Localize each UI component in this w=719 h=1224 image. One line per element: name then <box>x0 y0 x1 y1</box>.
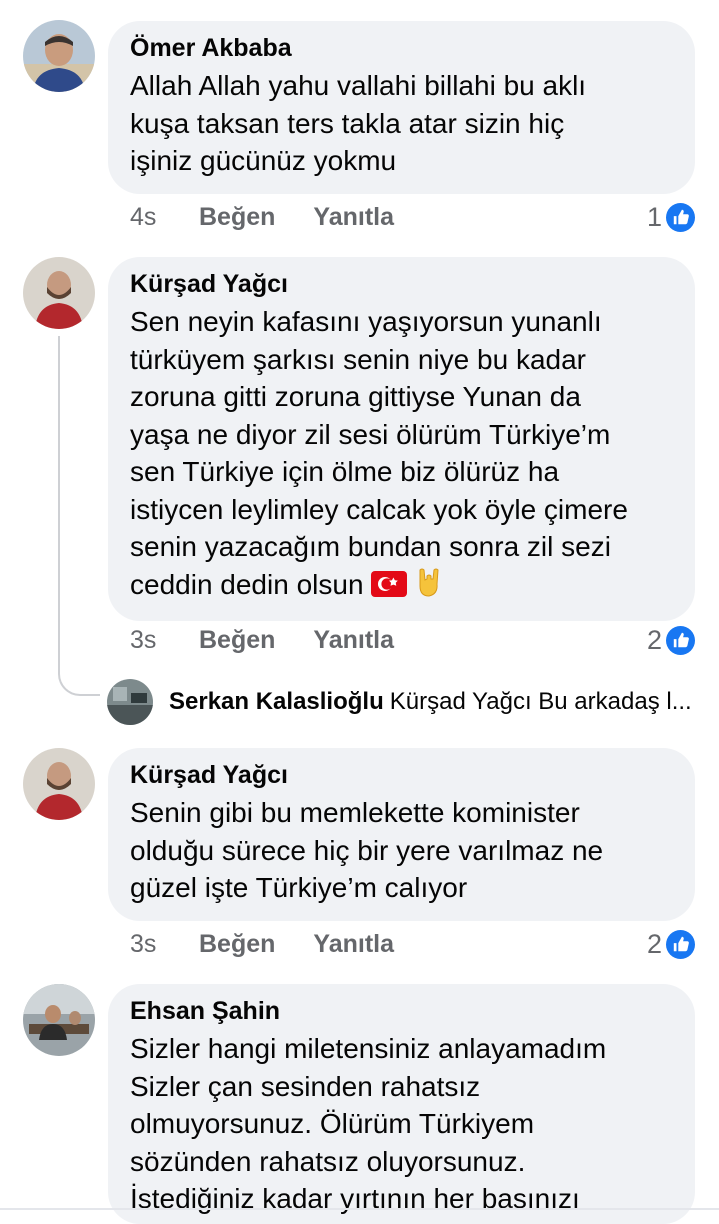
avatar[interactable] <box>23 748 95 820</box>
comment-time[interactable]: 3s <box>130 626 199 655</box>
reply-author[interactable]: Serkan Kalaslioğlu <box>169 688 384 716</box>
thread-connector-line <box>58 336 100 696</box>
like-button[interactable]: Beğen <box>199 930 275 959</box>
comment-bubble: Kürşad Yağcı Sen neyin kafasını yaşıyors… <box>108 257 695 621</box>
reaction-count-number: 2 <box>646 928 662 959</box>
comment-author[interactable]: Ehsan Şahin <box>130 994 673 1028</box>
comment-text: Sizler hangi miletensiniz anlayamadım Si… <box>130 1033 607 1214</box>
reply-text: Kürşad Yağcı Bu arkadaş l... <box>389 688 692 715</box>
reaction-count[interactable]: 2 <box>647 924 695 964</box>
like-button[interactable]: Beğen <box>199 203 275 232</box>
comment-actions: 3s Beğen Yanıtla <box>130 620 432 660</box>
avatar[interactable] <box>23 20 95 92</box>
reply-button[interactable]: Yanıtla <box>313 203 394 232</box>
reply-preview[interactable]: Serkan Kalaslioğlu Kürşad Yağcı Bu arkad… <box>107 679 692 725</box>
comment-author[interactable]: Kürşad Yağcı <box>130 267 673 301</box>
comment-bubble: Kürşad Yağcı Senin gibi bu memlekette ko… <box>108 748 695 921</box>
comment-text: Sen neyin kafasını yaşıyorsun yunanlı tü… <box>130 303 673 607</box>
divider <box>0 1208 719 1210</box>
comment-time[interactable]: 3s <box>130 930 199 959</box>
reaction-count[interactable]: 1 <box>647 197 695 237</box>
comment-bubble: Ömer Akbaba Allah Allah yahu vallahi bil… <box>108 21 695 194</box>
comment-actions: 4s Beğen Yanıtla <box>130 197 432 237</box>
comment-text-body: Sen neyin kafasını yaşıyorsun yunanlı tü… <box>130 306 628 600</box>
comment-text: Senin gibi bu memlekette kominister oldu… <box>130 797 604 903</box>
comment-author[interactable]: Ömer Akbaba <box>130 31 673 65</box>
avatar[interactable] <box>107 679 153 725</box>
turkish-flag-icon <box>370 570 408 608</box>
avatar[interactable] <box>23 984 95 1056</box>
horns-hand-icon <box>414 566 444 608</box>
reaction-count[interactable]: 2 <box>647 620 695 660</box>
thumbs-up-icon <box>666 929 695 959</box>
thumbs-up-icon <box>666 625 695 655</box>
reply-button[interactable]: Yanıtla <box>313 626 394 655</box>
comment-actions: 3s Beğen Yanıtla <box>130 924 432 964</box>
like-button[interactable]: Beğen <box>199 626 275 655</box>
comment-time[interactable]: 4s <box>130 203 199 232</box>
comment-text: Allah Allah yahu vallahi billahi bu aklı… <box>130 70 587 176</box>
reaction-count-number: 2 <box>646 624 662 655</box>
comment-author[interactable]: Kürşad Yağcı <box>130 758 673 792</box>
reaction-count-number: 1 <box>646 201 662 232</box>
reply-button[interactable]: Yanıtla <box>313 930 394 959</box>
thumbs-up-icon <box>666 202 695 232</box>
comment-bubble: Ehsan Şahin Sizler hangi miletensiniz an… <box>108 984 695 1224</box>
avatar[interactable] <box>23 257 95 329</box>
